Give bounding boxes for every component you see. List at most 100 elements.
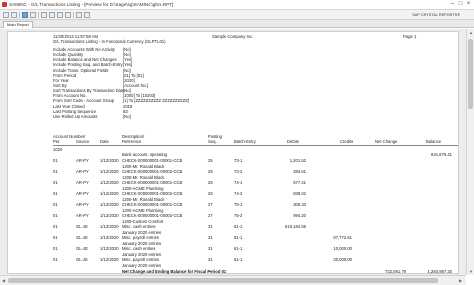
row-posting-seq: 31 <box>208 224 213 229</box>
row-description: January 2020 entries <box>122 229 162 235</box>
scroll-right-icon[interactable]: ▶ <box>459 278 462 283</box>
scroll-down-icon[interactable]: ▼ <box>469 269 473 274</box>
horizontal-scrollbar[interactable]: ◀ ▶ <box>0 275 466 285</box>
row-date: 1/12/2020 <box>100 246 119 251</box>
period-net-change: 732,091.79 <box>385 269 406 274</box>
row-source: AR-PY <box>76 213 89 218</box>
period-total-label: Net Change and Ending Balance for Fiscal… <box>122 269 227 274</box>
param-label: Use Rolled Up Amounts <box>53 113 98 119</box>
vertical-scrollbar[interactable]: ▲ ▼ <box>466 29 474 275</box>
column-header-balance: Balance <box>426 139 442 144</box>
last-page-icon[interactable] <box>65 12 71 18</box>
window-titlebar: SAMINC - G/L Transactions Listing - [Pre… <box>0 0 474 10</box>
param-value: [No] <box>123 113 131 119</box>
row-source: GL-JE <box>76 224 88 229</box>
next-page-icon[interactable] <box>57 12 63 18</box>
row-description: CHECK-000000001-00002-CCB <box>122 169 183 174</box>
row-posting-seq: 27 <box>208 213 213 218</box>
report-tabbar: Main Report <box>0 20 474 28</box>
row-period: 01 <box>53 191 58 196</box>
row-date: 1/12/2020 <box>100 224 119 229</box>
row-posting-seq: 26 <box>208 191 213 196</box>
row-description: 1200-ACME Plumbing <box>122 207 164 213</box>
row-description: CHECK-000000001-00001-CCB <box>122 202 183 207</box>
toolbar-divider <box>38 12 39 18</box>
column-header-seq-label: Seq. <box>208 139 217 144</box>
row-description: January 2020 entries <box>122 251 162 257</box>
row-source: AR-PY <box>76 180 89 185</box>
row-posting-seq: 26 <box>208 180 213 185</box>
tab-main-report[interactable]: Main Report <box>3 21 33 28</box>
row-period: 01 <box>53 257 58 262</box>
row-debit: 306.33 <box>293 202 306 207</box>
row-batch-entry: 73-1 <box>234 158 243 163</box>
column-header-credits: Credits <box>340 139 354 144</box>
row-source: GL-JE <box>76 235 88 240</box>
period-ending-balance: 1,284,987.20 <box>427 269 452 274</box>
row-source: AR-PY <box>76 191 89 196</box>
row-batch-entry: 61-1 <box>234 224 243 229</box>
row-batch-entry: 75-2 <box>234 213 243 218</box>
row-description: January 2020 entries <box>122 240 162 246</box>
report-parameters: Include Accounts With No Activity [No] In… <box>53 47 189 119</box>
row-date: 1/12/2020 <box>100 213 119 218</box>
row-date: 1/12/2020 <box>100 235 119 240</box>
row-batch-entry: 61-1 <box>234 246 243 251</box>
row-batch-entry: 61-1 <box>234 257 243 262</box>
refresh-icon[interactable] <box>22 12 28 18</box>
row-source: GL-JE <box>76 257 88 262</box>
vertical-scroll-thumb[interactable] <box>468 39 473 109</box>
scroll-up-icon[interactable]: ▲ <box>469 30 473 35</box>
row-source: AR-PY <box>76 169 89 174</box>
row-batch-entry: 74-2 <box>234 191 243 196</box>
previous-page-icon[interactable] <box>49 12 55 18</box>
app-icon <box>2 2 7 7</box>
column-header-reference: Reference <box>122 139 142 144</box>
account-number: 1020 <box>53 147 63 152</box>
row-source: GL-JE <box>76 246 88 251</box>
row-description: Misc. payroll entries <box>122 235 160 240</box>
row-period: 01 <box>53 169 58 174</box>
report-canvas[interactable]: 11/30/2013 11:57:58 AM G/L Transactions … <box>0 29 466 275</box>
first-page-icon[interactable] <box>41 12 47 18</box>
row-period: 01 <box>53 224 58 229</box>
horizontal-scroll-thumb[interactable] <box>8 278 438 283</box>
window-title: SAMINC - G/L Transactions Listing - [Pre… <box>9 2 174 7</box>
company-name: Sample Company Inc. <box>212 34 254 39</box>
row-posting-seq: 31 <box>208 246 213 251</box>
minimize-icon[interactable]: – <box>449 1 456 8</box>
maximize-icon[interactable]: □ <box>457 1 464 8</box>
toolbar-divider <box>19 12 20 18</box>
row-description: CHECK-000000001-00002-CCB <box>122 213 183 218</box>
search-icon[interactable] <box>76 12 82 18</box>
row-debit: 610,184.55 <box>285 224 306 229</box>
close-icon[interactable]: × <box>465 1 472 8</box>
account-description: Bank account, operating <box>122 152 168 157</box>
row-period: 01 <box>53 158 58 163</box>
opening-balance: 831,875.41 <box>431 152 452 157</box>
column-header-posting-seq: Posting Seq. <box>208 134 222 144</box>
report-toolbar: SAP CRYSTAL REPORTS® <box>0 10 474 20</box>
page-number: Page 1 <box>403 34 417 39</box>
row-description: 1200-Mr. Ronald Black <box>122 163 165 169</box>
row-debit: 839.02 <box>293 191 306 196</box>
print-icon[interactable] <box>11 12 17 18</box>
row-date: 1/12/2020 <box>100 169 119 174</box>
row-description: CHECK-000000001-00001-CCB <box>122 180 183 185</box>
row-date: 1/12/2020 <box>100 191 119 196</box>
row-posting-seq: 31 <box>208 235 213 240</box>
row-source: AR-PY <box>76 202 89 207</box>
row-batch-entry: 73-2 <box>234 169 243 174</box>
row-debit: 1,201.52 <box>289 158 306 163</box>
column-header-source: Source <box>76 139 90 144</box>
row-description: 1200-Mr. Ronald Black <box>122 174 165 180</box>
row-posting-seq: 25 <box>208 169 213 174</box>
toggle-tree-icon[interactable] <box>30 12 36 18</box>
row-description: 1200-Mr. Ronald Black <box>122 196 165 202</box>
row-debit: 994.20 <box>293 213 306 218</box>
scroll-left-icon[interactable]: ◀ <box>2 278 5 283</box>
column-header-description: Description/ Reference <box>122 134 144 144</box>
zoom-icon[interactable] <box>84 12 90 18</box>
export-icon[interactable] <box>3 12 9 18</box>
column-header-batch-entry: Batch-Entry <box>234 139 256 144</box>
